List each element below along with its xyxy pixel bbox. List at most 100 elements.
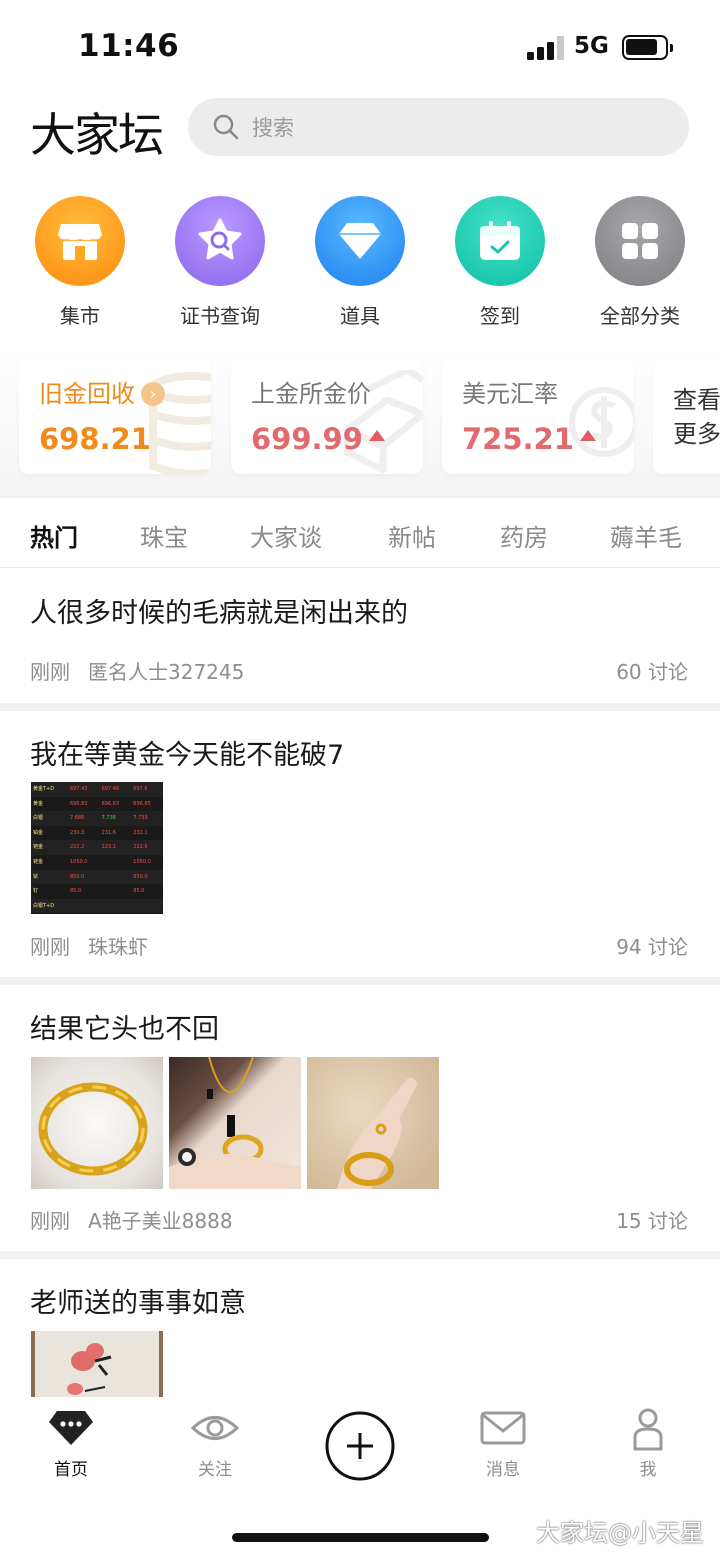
shortcut-checkin[interactable]: 签到: [430, 196, 570, 329]
post-author[interactable]: A艳子美业8888: [88, 1209, 233, 1233]
post-item[interactable]: 结果它头也不回 刚刚 A艳子美业8888 15 讨论: [0, 985, 720, 1251]
post-author[interactable]: 匿名人士327245: [88, 660, 244, 684]
divider: [0, 977, 720, 985]
nav-label: 首页: [54, 1460, 88, 1480]
quote-row: 黄金T+D 697.43 697.46 697.6: [31, 782, 163, 797]
certificate-icon: [175, 196, 265, 286]
nav-label: 关注: [198, 1460, 232, 1480]
post-time: 刚刚: [30, 935, 70, 959]
price-card-usd-rate[interactable]: 美元汇率 725.21: [442, 358, 634, 474]
quote-cell: 钌: [33, 888, 39, 895]
shortcut-label: 证书查询: [180, 304, 260, 328]
post-image[interactable]: [169, 1057, 301, 1189]
tab-new-posts[interactable]: 新帖: [388, 518, 436, 553]
up-arrow-icon: [579, 430, 596, 441]
battery-icon: [622, 35, 673, 60]
post-image[interactable]: [31, 1331, 163, 1397]
category-tabs: 热门 珠宝 大家谈 新帖 药房 薅羊毛: [0, 498, 720, 568]
post-title: 人很多时候的毛病就是闲出来的: [30, 598, 408, 629]
shortcut-label: 道具: [340, 304, 380, 328]
status-time: 11:46: [78, 28, 180, 64]
quote-cell: 696.85: [133, 800, 151, 807]
quote-cell: 232.1: [133, 829, 148, 836]
quote-cell: 230.3: [69, 829, 85, 836]
shortcut-props[interactable]: 道具: [290, 196, 430, 329]
quote-cell: 850.0: [69, 873, 85, 880]
price-card-value: 698.21: [39, 422, 151, 456]
quote-table: 黄金T+D 697.43 697.46 697.6 黄金 696.83 696.83 696.…: [31, 782, 163, 914]
post-time: 刚刚: [30, 660, 70, 684]
post-comment-count: 60 讨论: [616, 660, 688, 684]
quote-row: 钌 85.0 85.0: [31, 884, 163, 899]
post-title: 老师送的事事如意: [30, 1288, 246, 1319]
shortcut-market[interactable]: 集市: [10, 196, 150, 329]
quote-cell: 铑金: [33, 858, 44, 865]
quote-cell: 697.43: [69, 786, 88, 792]
quote-row: 白银 7.686 7.736 7.733: [31, 811, 163, 826]
diamond-icon: [315, 196, 405, 286]
tab-pharmacy[interactable]: 药房: [500, 518, 548, 553]
post-image[interactable]: [307, 1057, 439, 1189]
nav-post-button[interactable]: [310, 1411, 410, 1485]
quote-cell: 222.2: [69, 844, 85, 851]
post-item[interactable]: 我在等黄金今天能不能破7 黄金T+D 697.43 697.46 697.6 黄金 696…: [0, 711, 720, 977]
tab-jewelry[interactable]: 珠宝: [140, 518, 188, 553]
network-type: 5G: [574, 33, 609, 59]
plus-icon: [325, 1411, 395, 1481]
quote-table-image[interactable]: 黄金T+D 697.43 697.46 697.6 黄金 696.83 696.83 696.…: [31, 782, 163, 914]
post-author[interactable]: 珠珠虾: [88, 935, 148, 959]
nav-me[interactable]: 我: [598, 1407, 698, 1480]
hand-bangle-image: [337, 1077, 417, 1189]
quote-cell: 白银: [33, 815, 44, 822]
shortcut-label: 全部分类: [600, 304, 680, 328]
shortcut-certificate[interactable]: 证书查询: [150, 196, 290, 329]
tab-deals[interactable]: 薅羊毛: [610, 518, 682, 553]
signal-icon: [527, 36, 565, 60]
quote-cell: 铂金: [33, 829, 44, 836]
quote-cell: 222.6: [133, 844, 148, 851]
mail-icon: [480, 1411, 526, 1445]
nav-messages[interactable]: 消息: [453, 1409, 553, 1480]
post-item[interactable]: 人很多时候的毛病就是闲出来的 刚刚 匿名人士327245 60 讨论: [0, 569, 720, 703]
person-icon: [633, 1408, 663, 1451]
home-diamond-icon: [49, 1411, 93, 1445]
quote-cell: 231.6: [101, 829, 116, 836]
shortcut-label: 签到: [480, 304, 520, 328]
quote-cell: 697.6: [133, 786, 148, 792]
quote-cell: [100, 884, 132, 899]
price-card-sge-gold[interactable]: 上金所金价 699.99: [231, 358, 423, 474]
grid-icon: [595, 196, 685, 286]
more-label: 查看: [673, 386, 720, 414]
quote-cell: 铱: [33, 873, 39, 880]
nav-home[interactable]: 首页: [21, 1409, 121, 1480]
quote-cell: 697.46: [101, 786, 120, 792]
shortcut-all-categories[interactable]: 全部分类: [570, 196, 710, 329]
quote-row: 铂金 230.3 231.6 232.1: [31, 825, 163, 841]
chevron-right-icon: ›: [141, 382, 165, 406]
bangle-image: [38, 1082, 148, 1176]
price-card-more[interactable]: 查看 更多: [653, 358, 720, 474]
nav-follow[interactable]: 关注: [165, 1409, 265, 1480]
status-bar: 11:46 5G: [0, 0, 720, 90]
quote-cell: 7.736: [101, 815, 116, 822]
quote-cell: 85.0: [133, 888, 145, 895]
post-title: 我在等黄金今天能不能破7: [30, 740, 345, 771]
quote-cell: 850.0: [133, 873, 148, 880]
tab-discussion[interactable]: 大家谈: [250, 518, 322, 553]
post-comment-count: 15 讨论: [616, 1209, 688, 1233]
post-item[interactable]: 老师送的事事如意: [0, 1259, 720, 1397]
quote-row: 铱 850.0 850.0: [31, 869, 163, 885]
quote-cell: [68, 899, 100, 914]
post-image[interactable]: [31, 1057, 163, 1189]
search-icon: [213, 114, 239, 140]
store-icon: [35, 196, 125, 286]
up-arrow-icon: [368, 430, 385, 441]
post-meta: 刚刚 A艳子美业8888: [30, 1205, 233, 1234]
nav-label: 消息: [486, 1460, 520, 1480]
tab-hot[interactable]: 热门: [30, 518, 78, 553]
calendar-icon: [455, 196, 545, 286]
price-card-gold-recycle[interactable]: 旧金回收 › 698.21: [19, 358, 211, 474]
home-indicator[interactable]: [232, 1533, 489, 1542]
quote-row: 黄金 696.83 696.83 696.85: [31, 796, 163, 812]
search-bar[interactable]: 搜索: [188, 98, 689, 156]
